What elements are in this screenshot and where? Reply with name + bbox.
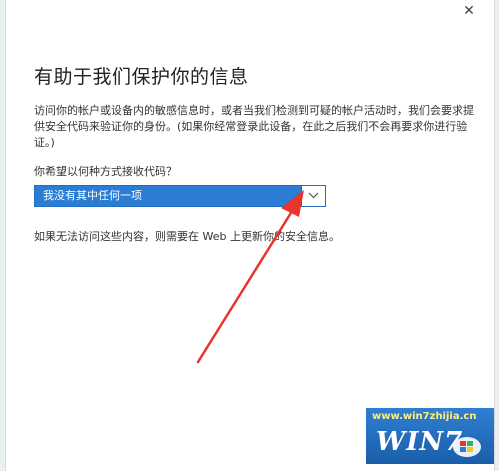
site-watermark: www.win7zhijia.cn WIN7 (366, 408, 494, 464)
red-arrow-annotation-icon (196, 190, 304, 364)
watermark-url: www.win7zhijia.cn (372, 411, 477, 422)
watermark-brand: WIN7 (376, 427, 464, 457)
windows-logo-icon (453, 437, 481, 457)
security-info-dialog: ✕ 有助于我们保护你的信息 访问你的帐户或设备内的敏感信息时，或者当我们检测到可… (5, 0, 495, 471)
